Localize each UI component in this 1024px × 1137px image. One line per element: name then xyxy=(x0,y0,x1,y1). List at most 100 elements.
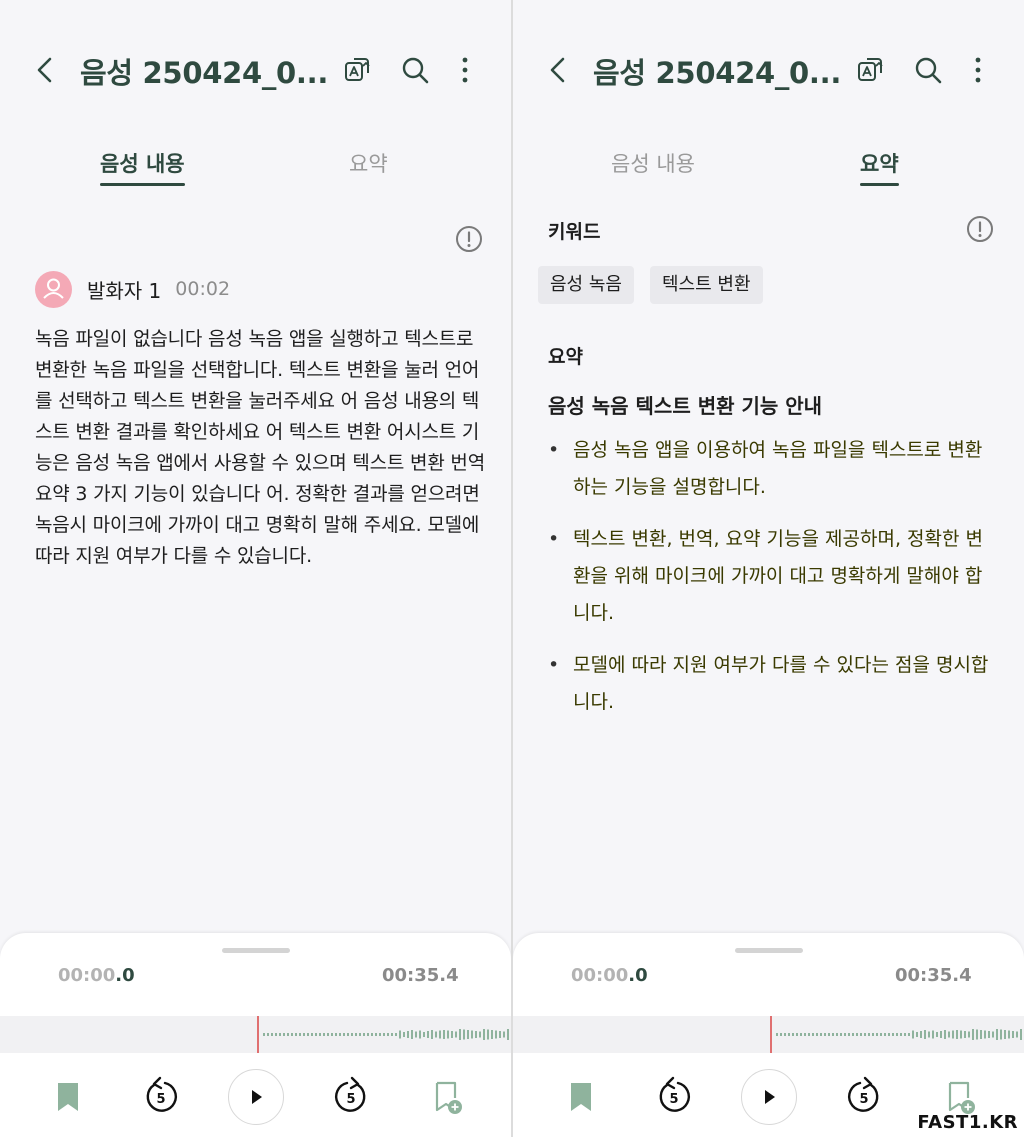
wave-bar xyxy=(992,1031,994,1038)
speaker-avatar-icon[interactable] xyxy=(35,270,72,308)
keyword-chip[interactable]: 음성 녹음 xyxy=(538,266,634,304)
playhead[interactable] xyxy=(770,1016,772,1053)
rewind-5-icon[interactable]: 5 xyxy=(646,1069,702,1125)
wave-bar xyxy=(792,1033,794,1036)
tab-summary[interactable]: 요약 xyxy=(349,148,388,184)
forward-5-icon[interactable]: 5 xyxy=(323,1069,379,1125)
wave-bar xyxy=(415,1031,417,1038)
wave-bar xyxy=(327,1033,329,1036)
wave-bar xyxy=(920,1031,922,1038)
wave-bar xyxy=(395,1033,397,1036)
translate-icon[interactable] xyxy=(855,54,887,86)
wave-bar xyxy=(776,1033,778,1036)
bullet-dot: • xyxy=(548,528,560,550)
wave-bar xyxy=(924,1030,926,1039)
wave-bar xyxy=(1004,1030,1006,1039)
bullet-dot: • xyxy=(548,439,560,461)
total-duration: 00:35.4 xyxy=(895,965,972,986)
wave-bar xyxy=(1012,1031,1014,1038)
wave-bar xyxy=(996,1029,998,1040)
search-icon[interactable] xyxy=(399,54,431,86)
search-icon[interactable] xyxy=(912,54,944,86)
current-time-decimal: .0 xyxy=(628,965,648,986)
forward-5-icon[interactable]: 5 xyxy=(836,1069,892,1125)
wave-bar xyxy=(459,1029,461,1040)
more-options-icon[interactable] xyxy=(966,54,998,86)
wave-bar xyxy=(856,1033,858,1036)
wave-bar xyxy=(844,1033,846,1036)
rewind-5-icon[interactable]: 5 xyxy=(133,1069,189,1125)
wave-bar xyxy=(836,1033,838,1036)
play-icon xyxy=(765,1090,775,1104)
wave-bar xyxy=(479,1031,481,1038)
speaker-name[interactable]: 발화자 1 xyxy=(87,275,161,304)
play-button[interactable] xyxy=(741,1069,797,1125)
wave-bar xyxy=(852,1033,854,1036)
wave-bar xyxy=(427,1031,429,1038)
tab-transcript[interactable]: 음성 내용 xyxy=(611,148,695,184)
more-options-icon[interactable] xyxy=(453,54,485,86)
play-button[interactable] xyxy=(228,1069,284,1125)
wave-bar xyxy=(363,1033,365,1036)
forward-amount: 5 xyxy=(346,1092,355,1107)
speaker-row: 발화자 1 00:02 xyxy=(35,270,230,308)
translate-icon[interactable] xyxy=(342,54,374,86)
info-icon[interactable] xyxy=(455,225,483,253)
wave-bar xyxy=(455,1031,457,1038)
drag-handle[interactable] xyxy=(222,948,290,953)
wave-bar xyxy=(956,1030,958,1039)
summary-bullet-text: 텍스트 변환, 번역, 요약 기능을 제공하며, 정확한 변환을 위해 마이크에… xyxy=(573,528,983,624)
wave-bar xyxy=(892,1033,894,1036)
recording-title: 음성 250424_0... xyxy=(80,56,329,90)
back-chevron-icon[interactable] xyxy=(30,54,60,86)
rewind-amount: 5 xyxy=(669,1092,678,1107)
wave-bar xyxy=(423,1032,425,1037)
info-icon[interactable] xyxy=(966,215,994,243)
wave-bar xyxy=(944,1030,946,1039)
wave-bar xyxy=(263,1033,265,1036)
wave-bar xyxy=(355,1033,357,1036)
speaker-timestamp[interactable]: 00:02 xyxy=(175,278,230,300)
wave-bar xyxy=(435,1031,437,1038)
waveform[interactable] xyxy=(513,1016,1024,1053)
wave-bar xyxy=(399,1030,401,1039)
wave-bar xyxy=(816,1033,818,1036)
app-header: 음성 250424_0... xyxy=(513,38,1024,102)
summary-bullet: • 텍스트 변환, 번역, 요약 기능을 제공하며, 정확한 변환을 위해 마이… xyxy=(548,521,998,632)
current-time: 00:00.0 xyxy=(58,965,135,986)
wave-bar xyxy=(291,1033,293,1036)
back-chevron-icon[interactable] xyxy=(543,54,573,86)
site-watermark: FAST1.KR xyxy=(917,1112,1018,1133)
bookmark-icon[interactable] xyxy=(40,1069,96,1125)
wave-bar xyxy=(832,1033,834,1036)
wave-bar xyxy=(788,1033,790,1036)
wave-bar xyxy=(960,1030,962,1039)
wave-bar xyxy=(868,1033,870,1036)
wave-bar xyxy=(371,1033,373,1036)
wave-bar xyxy=(860,1033,862,1036)
wave-bar xyxy=(796,1033,798,1036)
playhead[interactable] xyxy=(257,1016,259,1053)
drag-handle[interactable] xyxy=(735,948,803,953)
add-bookmark-icon[interactable] xyxy=(418,1069,474,1125)
play-icon xyxy=(252,1090,262,1104)
forward-amount: 5 xyxy=(859,1092,868,1107)
wave-bar xyxy=(984,1030,986,1039)
summary-bullet-text: 음성 녹음 앱을 이용하여 녹음 파일을 텍스트로 변환하는 기능을 설명합니다… xyxy=(573,439,983,498)
tab-summary[interactable]: 요약 xyxy=(860,148,899,186)
rewind-amount: 5 xyxy=(156,1092,165,1107)
bookmark-icon[interactable] xyxy=(553,1069,609,1125)
tab-transcript[interactable]: 음성 내용 xyxy=(100,148,185,186)
wave-bar xyxy=(351,1033,353,1036)
wave-bar xyxy=(499,1031,501,1038)
wave-bar xyxy=(940,1031,942,1038)
wave-bar xyxy=(475,1031,477,1038)
waveform[interactable] xyxy=(0,1016,511,1053)
wave-bar xyxy=(419,1030,421,1039)
wave-bar xyxy=(315,1033,317,1036)
keyword-chip[interactable]: 텍스트 변환 xyxy=(650,266,763,304)
wave-bar xyxy=(275,1033,277,1036)
wave-bar xyxy=(387,1033,389,1036)
summary-bullet: • 음성 녹음 앱을 이용하여 녹음 파일을 텍스트로 변환하는 기능을 설명합… xyxy=(548,432,998,506)
wave-bar xyxy=(908,1033,910,1036)
